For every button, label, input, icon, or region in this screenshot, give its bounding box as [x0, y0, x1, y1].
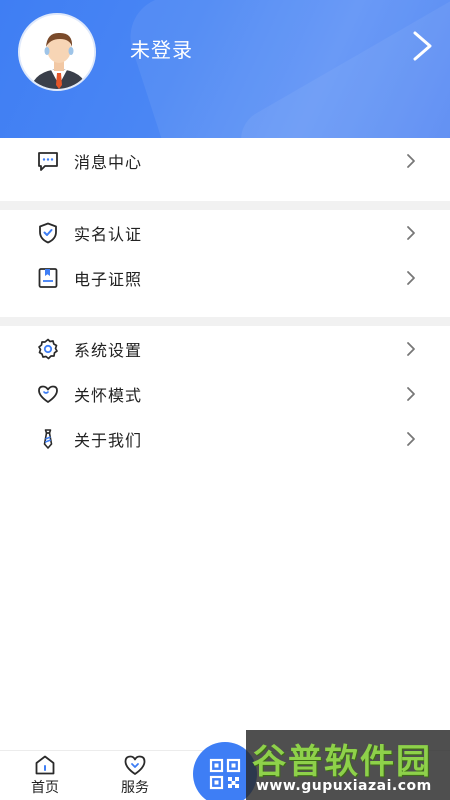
- tab-home[interactable]: 首页: [15, 751, 75, 800]
- qr-code-icon: [209, 758, 241, 790]
- chevron-right-icon: [405, 270, 417, 286]
- id-card-icon: [36, 266, 60, 290]
- watermark-overlay: 谷普软件园 www.gupuxiazai.com: [246, 730, 450, 800]
- menu-group-identity: 实名认证 电子证照: [0, 210, 450, 300]
- watermark-url: www.gupuxiazai.com: [256, 778, 432, 794]
- chevron-right-icon: [405, 153, 417, 169]
- service-heart-icon: [123, 753, 147, 777]
- menu-item-care-mode[interactable]: 关怀模式: [0, 371, 450, 416]
- chevron-right-icon: [405, 386, 417, 402]
- menu-item-label: 实名认证: [74, 224, 143, 244]
- menu-group-messages: 消息中心: [0, 138, 450, 183]
- gear-icon: [36, 337, 60, 361]
- tab-services[interactable]: 服务: [105, 751, 165, 800]
- menu-item-label: 关怀模式: [74, 385, 143, 405]
- menu-item-label: 关于我们: [74, 430, 143, 450]
- chevron-right-icon: [405, 225, 417, 241]
- menu-item-about-us[interactable]: 关于我们: [0, 416, 450, 461]
- section-divider: [0, 201, 450, 210]
- message-icon: [36, 149, 60, 173]
- menu-item-message-center[interactable]: 消息中心: [0, 138, 450, 183]
- menu-item-label: 系统设置: [74, 340, 143, 360]
- chevron-right-icon: [405, 431, 417, 447]
- user-avatar-icon[interactable]: [18, 13, 96, 91]
- tie-icon: [36, 427, 60, 451]
- menu-item-e-license[interactable]: 电子证照: [0, 255, 450, 300]
- watermark-title: 谷普软件园: [252, 742, 432, 782]
- chevron-right-icon[interactable]: [410, 30, 436, 62]
- shield-check-icon: [36, 221, 60, 245]
- tab-label: 首页: [31, 780, 59, 796]
- section-divider: [0, 317, 450, 326]
- menu-group-settings: 系统设置 关怀模式 关于我们: [0, 326, 450, 461]
- menu-item-label: 消息中心: [74, 152, 143, 172]
- menu-item-label: 电子证照: [74, 269, 143, 289]
- tab-label: 服务: [121, 780, 149, 796]
- menu-item-system-settings[interactable]: 系统设置: [0, 326, 450, 371]
- home-icon: [33, 753, 57, 777]
- login-status-text[interactable]: 未登录: [130, 34, 193, 63]
- menu-item-real-name-auth[interactable]: 实名认证: [0, 210, 450, 255]
- profile-header[interactable]: 未登录: [0, 0, 450, 138]
- heart-icon: [36, 382, 60, 406]
- chevron-right-icon: [405, 341, 417, 357]
